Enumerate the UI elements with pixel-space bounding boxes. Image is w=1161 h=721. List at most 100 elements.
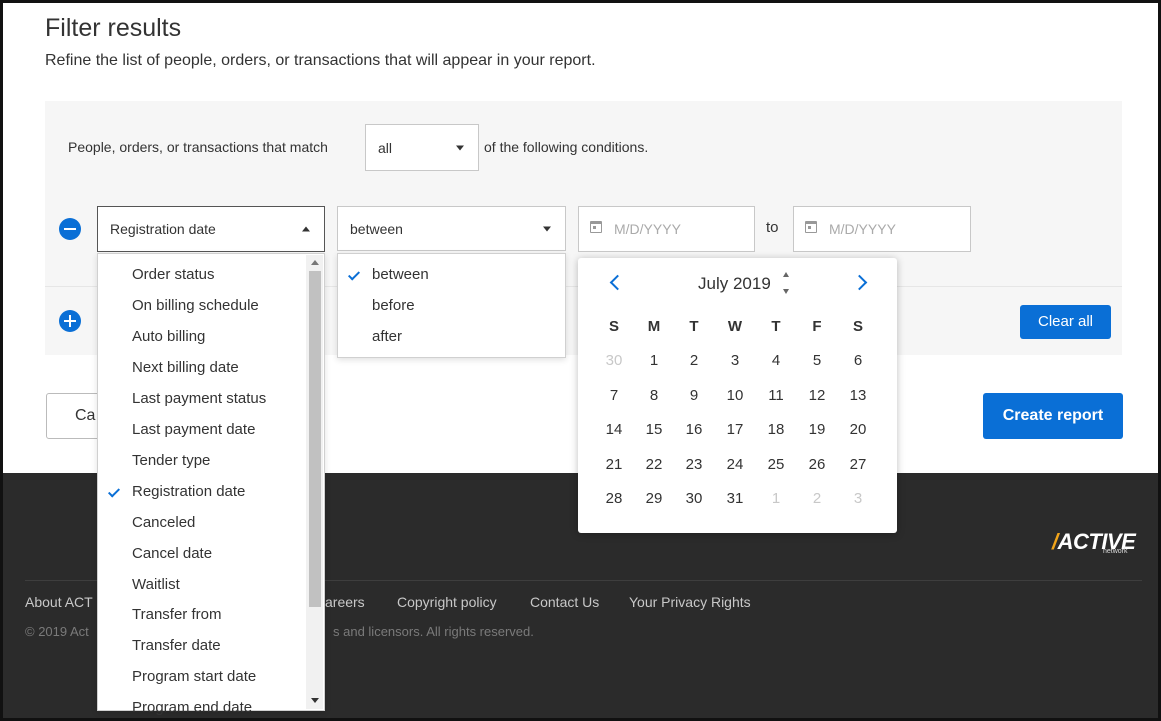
calendar-day[interactable]: 21 (599, 456, 629, 473)
operator-option-label: between (372, 266, 429, 283)
field-option[interactable]: Program start date (98, 668, 324, 688)
field-option[interactable]: Order status (98, 266, 324, 286)
calendar-day[interactable]: 2 (802, 490, 832, 507)
weekday-label: T (689, 318, 699, 335)
field-option[interactable]: Next billing date (98, 359, 324, 379)
scroll-up-icon[interactable] (311, 260, 319, 265)
remove-condition-icon[interactable] (59, 218, 81, 240)
calendar-icon (805, 221, 817, 233)
app-frame: Filter results Refine the list of people… (0, 0, 1161, 721)
logo-subtext: network (1103, 548, 1128, 555)
prev-month-icon[interactable] (608, 272, 622, 292)
calendar-day[interactable]: 12 (802, 387, 832, 404)
field-option-label: Tender type (132, 451, 211, 469)
calendar-day[interactable]: 5 (802, 352, 832, 369)
calendar-day[interactable]: 6 (843, 352, 873, 369)
calendar-day[interactable]: 18 (761, 421, 791, 438)
start-date-input[interactable]: M/D/YYYY (578, 206, 755, 252)
calendar-day[interactable]: 17 (720, 421, 750, 438)
calendar-day[interactable]: 15 (639, 421, 669, 438)
field-option-label: Waitlist (132, 575, 180, 593)
field-option-label: Order status (132, 266, 215, 283)
calendar-day[interactable]: 22 (639, 456, 669, 473)
field-option[interactable]: Registration date (98, 483, 324, 503)
calendar-day[interactable]: 2 (679, 352, 709, 369)
page-subtitle: Refine the list of people, orders, or tr… (45, 52, 596, 69)
clear-all-button[interactable]: Clear all (1020, 305, 1111, 339)
field-option[interactable]: Last payment status (98, 390, 324, 410)
field-option-label: Next billing date (132, 358, 239, 376)
field-option[interactable]: Last payment date (98, 421, 324, 441)
end-date-input[interactable]: M/D/YYYY (793, 206, 971, 252)
match-select[interactable]: all (365, 124, 479, 171)
field-option-label: Transfer date (132, 637, 221, 655)
chevron-down-icon (543, 226, 551, 231)
operator-option-label: before (372, 297, 415, 314)
field-option[interactable]: Auto billing (98, 328, 324, 348)
match-prefix-text: People, orders, or transactions that mat… (68, 139, 328, 155)
add-condition-icon[interactable] (59, 310, 81, 332)
create-report-button[interactable]: Create report (983, 393, 1123, 439)
calendar-day[interactable]: 1 (761, 490, 791, 507)
footer-link-copyright-policy[interactable]: Copyright policy (397, 594, 497, 610)
copyright-text-left: © 2019 Act (25, 624, 89, 639)
calendar-day[interactable]: 8 (639, 387, 669, 404)
next-month-icon[interactable] (854, 272, 868, 292)
field-option[interactable]: On billing schedule (98, 297, 324, 317)
calendar-day[interactable]: 28 (599, 490, 629, 507)
calendar-day[interactable]: 3 (843, 490, 873, 507)
calendar-day[interactable]: 13 (843, 387, 873, 404)
calendar-day[interactable]: 7 (599, 387, 629, 404)
field-option[interactable]: Waitlist (98, 576, 324, 596)
calendar-day[interactable]: 30 (679, 490, 709, 507)
calendar-day[interactable]: 25 (761, 456, 791, 473)
operator-option[interactable]: before (338, 297, 565, 317)
operator-option[interactable]: after (338, 328, 565, 348)
calendar-day[interactable]: 20 (843, 421, 873, 438)
dropdown-scrollbar[interactable] (306, 255, 323, 709)
operator-option[interactable]: between (338, 266, 565, 286)
operator-select[interactable]: between (337, 206, 566, 251)
weekday-label: F (812, 318, 822, 335)
calendar-day[interactable]: 29 (639, 490, 669, 507)
calendar-day[interactable]: 26 (802, 456, 832, 473)
field-option[interactable]: Program end date (98, 699, 324, 718)
calendar-day[interactable]: 23 (679, 456, 709, 473)
field-option-label: Registration date (132, 482, 246, 500)
footer-link-contact-us[interactable]: Contact Us (530, 594, 599, 610)
calendar-day[interactable]: 4 (761, 352, 791, 369)
operator-option-label: after (372, 328, 403, 345)
field-option[interactable]: Canceled (98, 514, 324, 534)
calendar-day[interactable]: 14 (599, 421, 629, 438)
footer-link-careers[interactable]: areers (325, 594, 365, 610)
operator-dropdown-menu: between before after (337, 253, 566, 358)
calendar-day[interactable]: 19 (802, 421, 832, 438)
scroll-down-icon[interactable] (311, 698, 319, 703)
calendar-day[interactable]: 30 (599, 352, 629, 369)
field-select[interactable]: Registration date (97, 206, 325, 252)
field-option[interactable]: Tender type (98, 452, 324, 472)
scroll-thumb[interactable] (309, 271, 321, 607)
weekday-label: W (727, 318, 743, 335)
chevron-down-icon[interactable] (783, 289, 789, 294)
chevron-up-icon[interactable] (783, 272, 789, 277)
calendar-day[interactable]: 31 (720, 490, 750, 507)
footer-link-about[interactable]: About ACT (25, 594, 93, 610)
footer-link-privacy-rights[interactable]: Your Privacy Rights (629, 594, 751, 610)
month-spinner[interactable] (782, 270, 792, 296)
weekday-label: T (771, 318, 781, 335)
calendar-day[interactable]: 1 (639, 352, 669, 369)
calendar-day[interactable]: 3 (720, 352, 750, 369)
field-option-label: Auto billing (132, 327, 206, 345)
calendar-day[interactable]: 11 (761, 387, 791, 404)
calendar-day[interactable]: 27 (843, 456, 873, 473)
operator-select-value: between (350, 220, 403, 237)
calendar-day[interactable]: 10 (720, 387, 750, 404)
calendar-day[interactable]: 16 (679, 421, 709, 438)
field-option[interactable]: Transfer from (98, 606, 324, 626)
field-option-label: Program start date (132, 668, 257, 686)
field-option[interactable]: Transfer date (98, 637, 324, 657)
calendar-day[interactable]: 9 (679, 387, 709, 404)
field-option[interactable]: Cancel date (98, 545, 324, 565)
calendar-day[interactable]: 24 (720, 456, 750, 473)
